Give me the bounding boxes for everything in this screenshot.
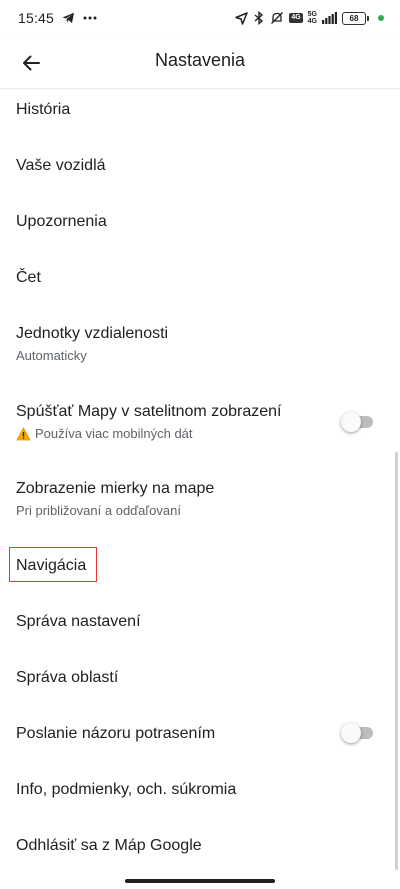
volte-badge: 4G	[289, 13, 303, 23]
status-bar: 15:45 4G 5G 4G 68	[0, 0, 400, 36]
settings-item-shake-feedback[interactable]: Poslanie názoru potrasením	[0, 724, 400, 744]
network-type-bottom: 4G	[307, 18, 317, 25]
page-title: Nastavenia	[154, 50, 246, 70]
settings-item-subtitle-text: Pri približovaní a odďaľovaní	[16, 503, 181, 518]
toggle-thumb	[341, 723, 361, 743]
app-bar: Nastavenia	[0, 36, 400, 88]
settings-item-subtitle: Automaticky	[16, 347, 400, 365]
navigation-highlight-box	[9, 547, 97, 582]
satellite-view-toggle[interactable]	[341, 412, 375, 432]
scrollbar[interactable]	[395, 452, 398, 870]
bluetooth-icon	[253, 11, 265, 25]
settings-item-map-scale[interactable]: Zobrazenie mierky na mape Pri približova…	[0, 479, 400, 520]
settings-item-title: Upozornenia	[16, 213, 107, 230]
more-notifications-icon	[83, 16, 97, 20]
status-left: 15:45	[18, 10, 97, 26]
settings-item-title: Zobrazenie mierky na mape	[16, 480, 215, 497]
status-time: 15:45	[18, 10, 55, 26]
settings-item-sign-out[interactable]: Odhlásiť sa z Máp Google	[0, 836, 400, 856]
settings-item-title: História	[16, 101, 71, 118]
signal-icon	[322, 12, 337, 24]
settings-item-title: Jednotky vzdialenosti	[16, 325, 169, 342]
battery-icon: 68	[342, 11, 369, 25]
settings-item-subtitle: Pri približovaní a odďaľovaní	[16, 502, 400, 520]
charging-dot	[378, 15, 384, 21]
battery-level: 68	[342, 11, 366, 25]
network-type-top: 5G	[307, 11, 317, 18]
settings-item-notifications[interactable]: Upozornenia	[0, 212, 400, 232]
settings-item-manage-settings[interactable]: Správa nastavení	[0, 612, 400, 632]
settings-item-title: Vaše vozidlá	[16, 157, 106, 174]
network-type: 5G 4G	[308, 11, 317, 25]
toggle-thumb	[341, 412, 361, 432]
settings-item-title: Správa nastavení	[16, 613, 141, 630]
settings-item-chat[interactable]: Čet	[0, 268, 400, 288]
home-indicator[interactable]	[125, 879, 275, 883]
settings-item-manage-areas[interactable]: Správa oblastí	[0, 668, 400, 688]
settings-item-distance-units[interactable]: Jednotky vzdialenosti Automaticky	[0, 324, 400, 365]
settings-item-title: Čet	[16, 269, 41, 286]
settings-item-title: Odhlásiť sa z Máp Google	[16, 837, 202, 854]
telegram-icon	[62, 12, 75, 24]
settings-item-history[interactable]: História	[0, 100, 400, 120]
battery-tip	[367, 15, 369, 21]
settings-item-satellite-view[interactable]: Spúšťať Mapy v satelitnom zobrazení Použ…	[0, 402, 400, 443]
status-right: 4G 5G 4G 68	[235, 11, 384, 25]
settings-item-subtitle-text: Automaticky	[16, 348, 87, 363]
location-arrow-icon	[235, 11, 249, 25]
settings-item-title: Správa oblastí	[16, 669, 119, 686]
settings-item-subtitle-text: Používa viac mobilných dát	[35, 426, 193, 441]
settings-item-title: Info, podmienky, och. súkromia	[16, 781, 237, 798]
shake-feedback-toggle[interactable]	[341, 723, 375, 743]
warning-icon	[16, 427, 31, 441]
screen: 15:45 4G 5G 4G 68 Nastavenia História Va…	[0, 0, 400, 889]
settings-item-about-terms-privacy[interactable]: Info, podmienky, och. súkromia	[0, 780, 400, 800]
mute-icon	[270, 11, 284, 25]
settings-item-vehicles[interactable]: Vaše vozidlá	[0, 156, 400, 176]
